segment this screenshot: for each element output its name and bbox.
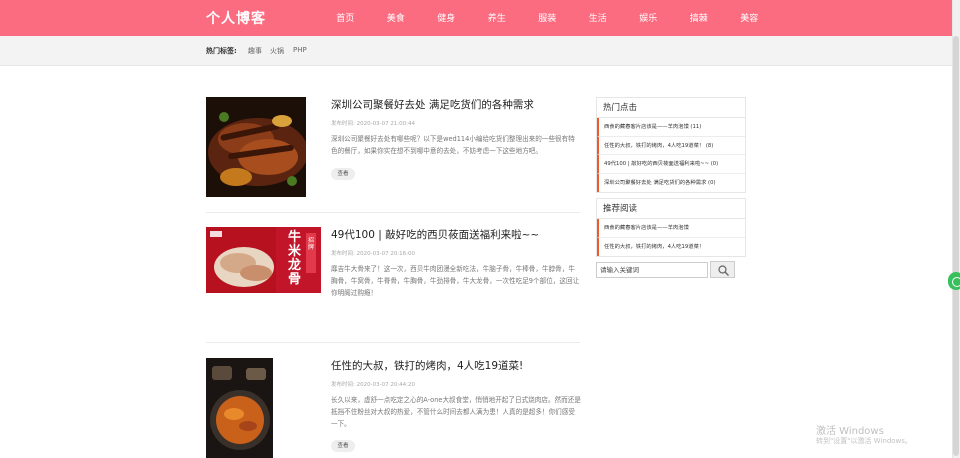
article-excerpt: 深圳公司聚餐好去处有哪些呢？以下是wed114小编给吃货们整理出来的一些很有特色… [331, 135, 575, 155]
search-icon [718, 265, 729, 276]
article-title[interactable]: 49代100 | 敲好吃的西贝莜面送福利来啦~~ [331, 227, 539, 242]
hot-click-item[interactable]: 任性的大叔，铁打的烤肉，4人吃19道菜！ (8) [597, 136, 745, 155]
steak-food-image [206, 97, 306, 197]
tag-link[interactable]: PHP [293, 46, 307, 54]
search-input[interactable] [596, 262, 708, 278]
hot-tags-bar: 热门标签: 趣事 火锅 PHP [0, 36, 952, 66]
grilled-meat-food-image [206, 358, 273, 458]
article-thumbnail[interactable] [206, 358, 273, 458]
site-header: 个人博客 首页 美食 健身 养生 服装 生活 娱乐 搞棘 美容 [0, 0, 952, 36]
nav-item-entertainment[interactable]: 娱乐 [623, 11, 674, 24]
page-scrollbar[interactable] [952, 0, 960, 458]
chat-bubble-icon[interactable] [948, 272, 960, 290]
recommended-title: 推荐阅读 [597, 199, 745, 219]
thumbnail-subcaption: 招牌 [308, 237, 315, 251]
nav-item-home[interactable]: 首页 [320, 11, 371, 24]
article-item: 牛米龙骨 招牌 49代100 | 敲好吃的西贝莜面送福利来啦~~ 发布时间: 2… [206, 227, 580, 297]
recommended-panel: 推荐阅读 西食的藏春客片店该是——羊肉泡馍 任性的大叔，铁打的烤肉，4人吃19道… [596, 198, 746, 257]
scrollbar-thumb[interactable] [953, 36, 959, 456]
nav-item-funny[interactable]: 搞棘 [674, 11, 725, 24]
article-item: 深圳公司聚餐好去处 满足吃货们的各种需求 发布时间: 2020-03-07 21… [206, 97, 580, 197]
search-button[interactable] [710, 261, 735, 278]
recommended-item[interactable]: 任性的大叔，铁打的烤肉，4人吃19道菜！ [597, 237, 745, 256]
article-divider [206, 342, 580, 343]
article-excerpt: 靡吉牛大骨来了！这一次，西贝牛肉团漫全新吃法，牛脑子骨，牛棒骨，牛脖骨，牛胸骨，… [331, 265, 580, 297]
nav-item-fitness[interactable]: 健身 [421, 11, 472, 24]
read-more-button[interactable]: 查看 [331, 440, 355, 452]
activation-watermark-title: 激活 Windows [816, 426, 884, 437]
nav-item-health[interactable]: 养生 [472, 11, 523, 24]
tag-link[interactable]: 火锅 [270, 46, 284, 56]
hot-click-item[interactable]: 深圳公司聚餐好去处 满足吃货们的各种需求 (0) [597, 173, 745, 192]
article-divider [206, 212, 580, 213]
article-thumbnail[interactable] [206, 97, 306, 197]
hot-click-item[interactable]: 西食的藏春客片店该是——羊肉泡馍 (11) [597, 118, 745, 137]
recommended-item[interactable]: 西食的藏春客片店该是——羊肉泡馍 [597, 219, 745, 238]
article-excerpt: 长久以来，虚舒一点吃定之心的A-one大叔食堂，悄悄地开起了日式烧肉店。然而还是… [331, 396, 581, 428]
main-nav: 首页 美食 健身 养生 服装 生活 娱乐 搞棘 美容 [320, 11, 775, 24]
hot-tags-label: 热门标签: [206, 47, 237, 55]
hot-clicks-title: 热门点击 [597, 98, 745, 118]
article-date: 发布时间: 2020-03-07 20:16:00 [331, 251, 416, 257]
thumbnail-caption: 牛米龙骨 [288, 230, 302, 287]
site-logo[interactable]: 个人博客 [206, 8, 266, 28]
article-title[interactable]: 任性的大叔，铁打的烤肉，4人吃19道菜! [331, 358, 523, 373]
nav-item-life[interactable]: 生活 [573, 11, 624, 24]
article-thumbnail[interactable]: 牛米龙骨 招牌 [206, 227, 321, 293]
nav-item-clothing[interactable]: 服装 [522, 11, 573, 24]
article-date: 发布时间: 2020-03-07 20:44:20 [331, 382, 416, 388]
article-title[interactable]: 深圳公司聚餐好去处 满足吃货们的各种需求 [331, 97, 534, 112]
nav-item-beauty[interactable]: 美容 [724, 11, 775, 24]
read-more-button[interactable]: 查看 [331, 168, 355, 180]
article-date: 发布时间: 2020-03-07 21:00:44 [331, 121, 416, 127]
tag-link[interactable]: 趣事 [248, 46, 262, 56]
activation-watermark-subtitle: 转到"设置"以激活 Windows。 [816, 437, 912, 445]
hot-click-item[interactable]: 49代100 | 敲好吃的西贝莜面送福利来啦~~ (0) [597, 155, 745, 174]
article-item: 任性的大叔，铁打的烤肉，4人吃19道菜! 发布时间: 2020-03-07 20… [206, 358, 581, 458]
hot-clicks-panel: 热门点击 西食的藏春客片店该是——羊肉泡馍 (11) 任性的大叔，铁打的烤肉，4… [596, 97, 746, 193]
nav-item-food[interactable]: 美食 [371, 11, 422, 24]
